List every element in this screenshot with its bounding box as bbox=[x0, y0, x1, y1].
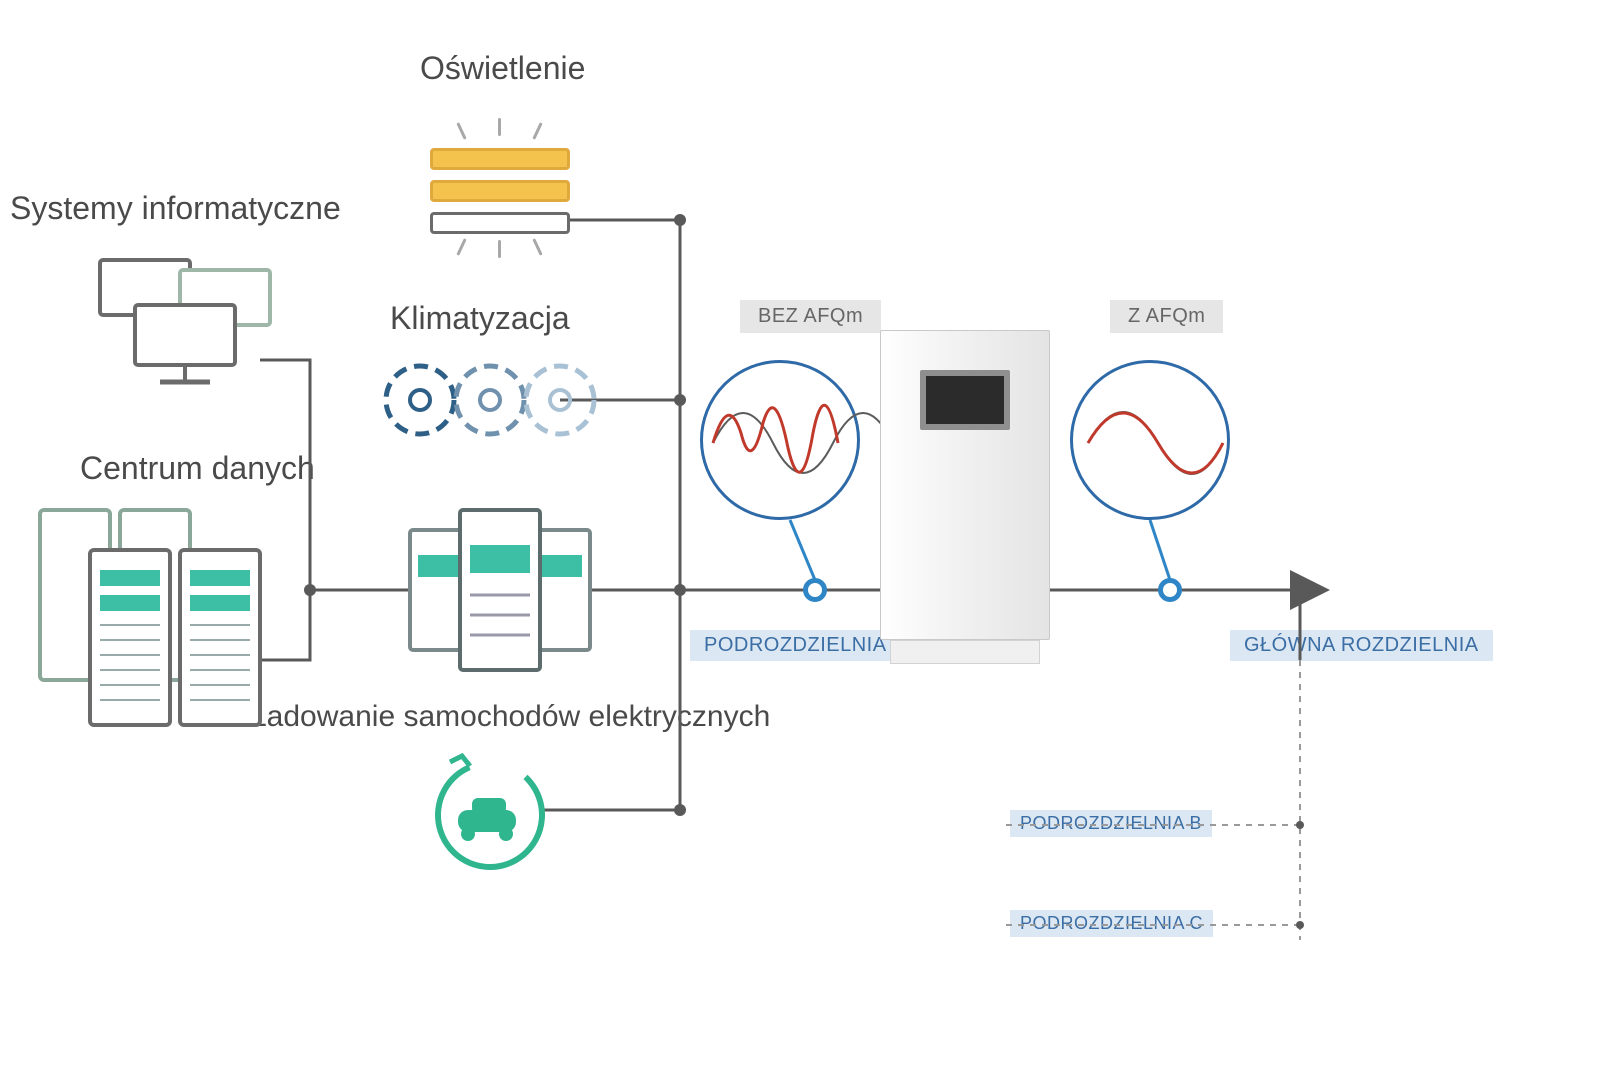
data-center-icon bbox=[30, 500, 290, 730]
measure-point-after bbox=[1158, 578, 1182, 602]
waveform-before-icon bbox=[700, 360, 860, 520]
it-systems-icon bbox=[80, 250, 280, 400]
hvac-icon bbox=[380, 350, 600, 450]
ev-charging-icon bbox=[420, 750, 560, 880]
measure-point-before bbox=[803, 578, 827, 602]
lighting-icon bbox=[420, 140, 580, 270]
afqm-device-icon bbox=[880, 330, 1050, 665]
ups-rack-icon bbox=[400, 500, 600, 680]
waveform-after-icon bbox=[1070, 360, 1230, 520]
